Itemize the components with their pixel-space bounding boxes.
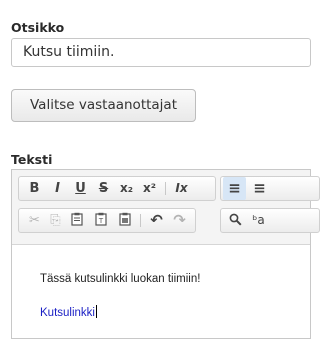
remove-format-button[interactable]: Ix [170, 177, 193, 200]
strikethrough-button[interactable]: S [92, 177, 115, 200]
invite-link[interactable]: Kutsulinkki [40, 305, 97, 319]
svg-text:T: T [97, 217, 103, 225]
align-center-button[interactable]: ≡ [248, 177, 271, 200]
italic-button[interactable]: I [46, 177, 69, 200]
select-recipients-button[interactable]: Valitse vastaanottajat [11, 89, 196, 122]
replace-icon[interactable]: ᵇa [247, 209, 270, 232]
title-label: Otsikko [11, 20, 65, 35]
copy-icon[interactable]: ⎘ [44, 209, 67, 232]
clipboard-group: ✂ ⎘ T ↶ ↷ [18, 208, 196, 233]
underline-button[interactable]: U [69, 177, 92, 200]
toolbar-separator [140, 214, 141, 227]
title-input[interactable]: Kutsu tiimiin. [11, 38, 311, 67]
cut-icon[interactable]: ✂ [23, 209, 46, 232]
align-left-button[interactable]: ≡ [223, 177, 246, 200]
rich-text-editor: B I U S x₂ x² Ix ≡ ≡ ✂ ⎘ T ↶ ↷ ᵇa Tässä … [11, 169, 320, 339]
invite-link-text[interactable]: Kutsulinkki [40, 307, 95, 319]
find-group: ᵇa [220, 208, 320, 233]
redo-icon[interactable]: ↷ [168, 209, 191, 232]
editor-paragraph[interactable]: Tässä kutsulinkki luokan tiimiin! [40, 273, 200, 285]
paste-icon[interactable] [65, 209, 88, 232]
paste-text-icon[interactable]: T [89, 209, 112, 232]
text-label: Teksti [11, 152, 53, 167]
editor-toolbar: B I U S x₂ x² Ix ≡ ≡ ✂ ⎘ T ↶ ↷ ᵇa [12, 170, 320, 245]
undo-icon[interactable]: ↶ [145, 209, 168, 232]
basic-styles-group: B I U S x₂ x² Ix [18, 176, 216, 201]
alignment-group: ≡ ≡ [220, 176, 320, 201]
superscript-button[interactable]: x² [138, 177, 161, 200]
toolbar-separator [165, 182, 166, 195]
subscript-button[interactable]: x₂ [115, 177, 138, 200]
bold-button[interactable]: B [23, 177, 46, 200]
paste-word-icon[interactable] [113, 209, 136, 232]
find-icon[interactable] [224, 209, 247, 232]
text-caret [95, 305, 97, 318]
